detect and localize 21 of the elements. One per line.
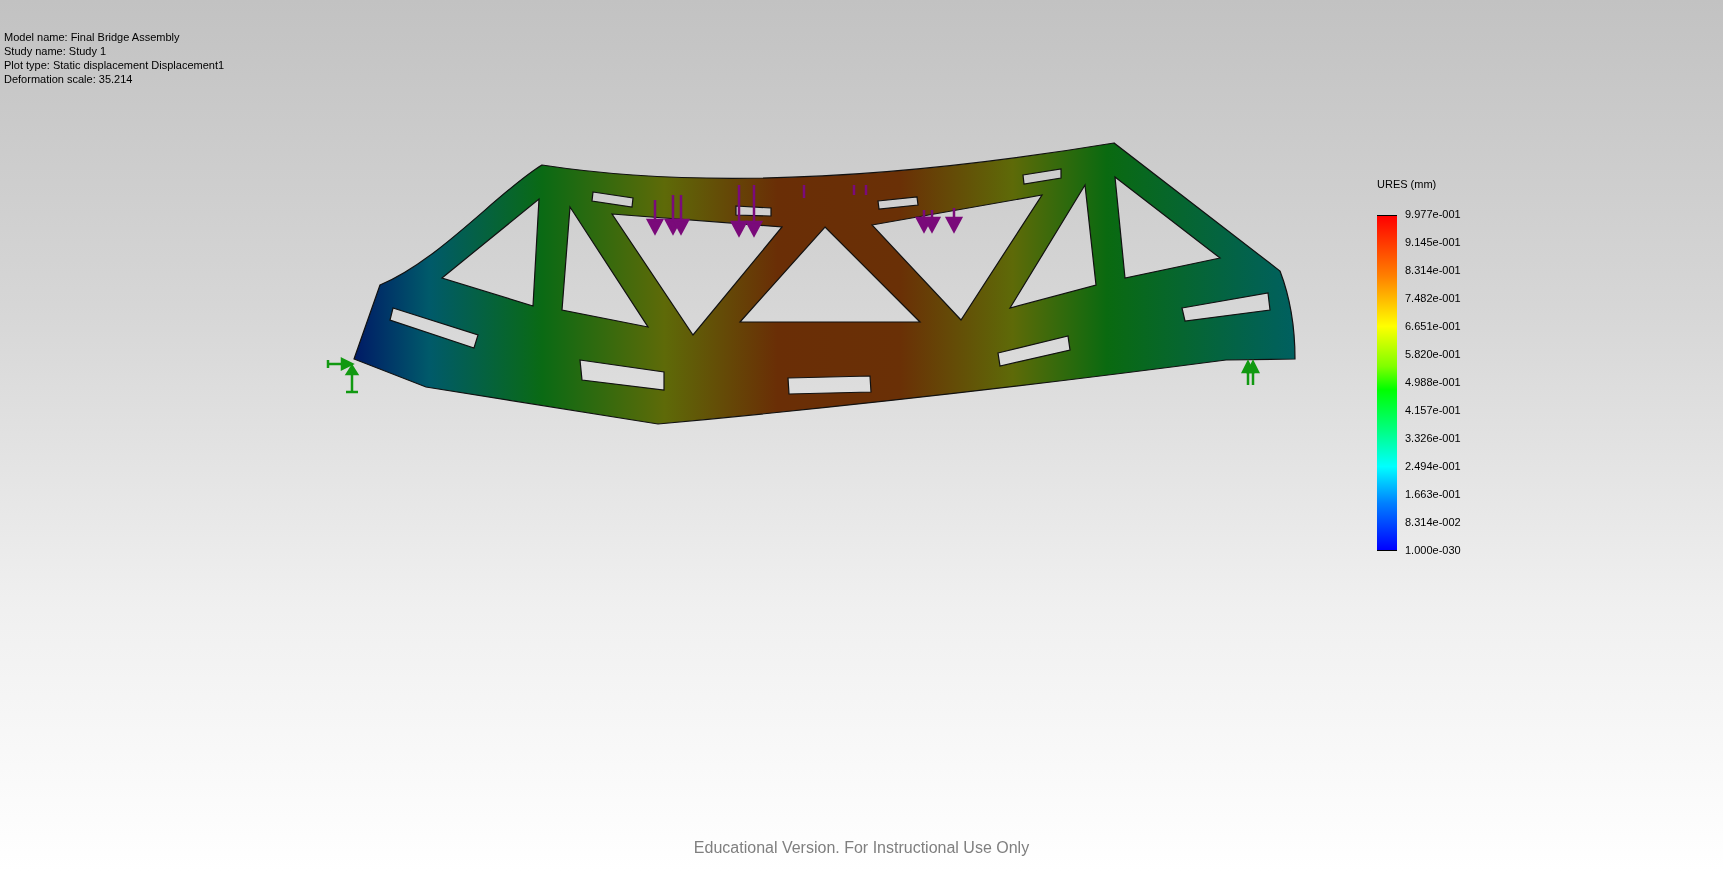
legend-value: 1.000e-030 — [1405, 542, 1461, 557]
plot-info-line: Deformation scale: 35.214 — [4, 72, 134, 86]
legend-value: 9.145e-001 — [1405, 234, 1461, 249]
legend-value: 2.494e-001 — [1405, 458, 1461, 473]
legend-value: 1.663e-001 — [1405, 486, 1461, 501]
support-arrows-drawing — [1240, 359, 1261, 385]
plot-info-line: Plot type: Static displacement Displacement1 — [4, 58, 225, 72]
plot-info-line: Study name: Study 1 — [4, 44, 108, 58]
legend-value: 4.988e-001 — [1405, 374, 1461, 389]
plot-info-line: Model name: Final Bridge Assembly — [4, 30, 181, 44]
legend-value: 3.326e-001 — [1405, 430, 1461, 445]
legend-value: 5.820e-001 — [1405, 346, 1461, 361]
legend-value: 7.482e-001 — [1405, 290, 1461, 305]
legend-value: 9.977e-001 — [1405, 206, 1461, 221]
legend-value: 8.314e-002 — [1405, 514, 1461, 529]
fixture-drawing — [326, 356, 360, 394]
educational-version-notice: Educational Version. For Instructional Use Only — [692, 838, 1031, 858]
legend-value: 6.651e-001 — [1405, 318, 1461, 333]
legend-title: URES (mm) — [1377, 177, 1438, 192]
legend-value: 4.157e-001 — [1405, 402, 1461, 417]
legend-value: 8.314e-001 — [1405, 262, 1461, 277]
